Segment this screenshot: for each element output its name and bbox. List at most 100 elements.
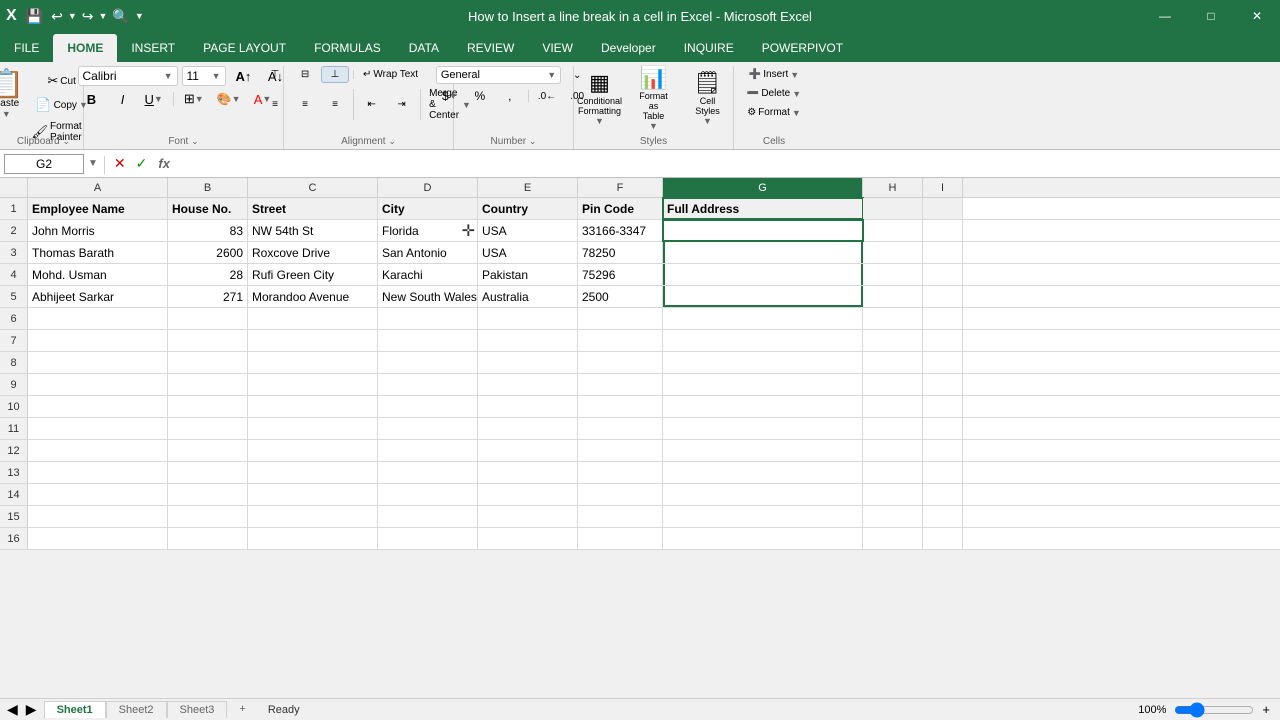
cell-C14[interactable] [248, 484, 378, 505]
italic-button[interactable]: I [109, 89, 137, 110]
col-header-G[interactable]: G [663, 178, 863, 197]
cell-B8[interactable] [168, 352, 248, 373]
col-header-F[interactable]: F [578, 178, 663, 197]
row-num-6[interactable]: 6 [0, 308, 28, 329]
col-header-H[interactable]: H [863, 178, 923, 197]
cell-F2[interactable]: 33166-3347 [578, 220, 663, 241]
cell-F6[interactable] [578, 308, 663, 329]
cell-B13[interactable] [168, 462, 248, 483]
cell-C12[interactable] [248, 440, 378, 461]
align-middle-btn[interactable]: ⊟ [291, 66, 319, 83]
cell-I4[interactable] [923, 264, 963, 285]
zoom-slider[interactable] [1174, 702, 1254, 718]
cell-I12[interactable] [923, 440, 963, 461]
cell-B1[interactable]: House No. [168, 198, 248, 219]
cell-G10[interactable] [663, 396, 863, 417]
cell-I10[interactable] [923, 396, 963, 417]
cell-I15[interactable] [923, 506, 963, 527]
font-size-dropdown[interactable]: 11 ▼ [182, 66, 226, 86]
cell-B3[interactable]: 2600 [168, 242, 248, 263]
cell-E11[interactable] [478, 418, 578, 439]
insert-function-btn[interactable]: fx [154, 156, 174, 171]
col-header-D[interactable]: D [378, 178, 478, 197]
increase-font-btn[interactable]: A↑ [230, 67, 258, 86]
row-num-13[interactable]: 13 [0, 462, 28, 483]
cell-C11[interactable] [248, 418, 378, 439]
cell-E1[interactable]: Country [478, 198, 578, 219]
cell-A1[interactable]: Employee Name [28, 198, 168, 219]
cell-C5[interactable]: Morandoo Avenue [248, 286, 378, 307]
cell-E3[interactable]: USA [478, 242, 578, 263]
cell-H5[interactable] [863, 286, 923, 307]
cell-E15[interactable] [478, 506, 578, 527]
cell-E16[interactable] [478, 528, 578, 549]
fill-color-button[interactable]: 🎨▼ [212, 89, 246, 109]
cell-I16[interactable] [923, 528, 963, 549]
sheet-tab-1[interactable]: Sheet1 [44, 701, 106, 718]
cell-E5[interactable]: Australia [478, 286, 578, 307]
cell-C4[interactable]: Rufi Green City [248, 264, 378, 285]
cell-D8[interactable] [378, 352, 478, 373]
zoom-in-btn[interactable]: + [1262, 702, 1270, 717]
sheet-tab-2[interactable]: Sheet2 [106, 701, 167, 718]
cell-F8[interactable] [578, 352, 663, 373]
cell-G16[interactable] [663, 528, 863, 549]
underline-button[interactable]: U ▼ [140, 89, 168, 110]
cell-H9[interactable] [863, 374, 923, 395]
cell-I2[interactable] [923, 220, 963, 241]
cell-G6[interactable] [663, 308, 863, 329]
clipboard-launcher[interactable]: ⌄ [63, 136, 71, 146]
font-name-dropdown[interactable]: Calibri ▼ [78, 66, 178, 86]
cell-F4[interactable]: 75296 [578, 264, 663, 285]
cell-I11[interactable] [923, 418, 963, 439]
cell-C16[interactable] [248, 528, 378, 549]
tab-formulas[interactable]: FORMULAS [300, 34, 395, 62]
cell-C7[interactable] [248, 330, 378, 351]
cell-A13[interactable] [28, 462, 168, 483]
tab-data[interactable]: DATA [395, 34, 453, 62]
col-header-I[interactable]: I [923, 178, 963, 197]
cell-E2[interactable]: USA [478, 220, 578, 241]
paste-button[interactable]: 📋 Paste ▼ [0, 66, 23, 122]
cell-H14[interactable] [863, 484, 923, 505]
cell-G5[interactable] [663, 286, 863, 307]
formula-input[interactable] [178, 157, 1276, 171]
row-num-4[interactable]: 4 [0, 264, 28, 285]
cell-F14[interactable] [578, 484, 663, 505]
cell-A4[interactable]: Mohd. Usman [28, 264, 168, 285]
cell-B7[interactable] [168, 330, 248, 351]
cell-F13[interactable] [578, 462, 663, 483]
cell-D16[interactable] [378, 528, 478, 549]
tab-developer[interactable]: Developer [587, 34, 670, 62]
cell-H7[interactable] [863, 330, 923, 351]
percent-btn[interactable]: % [466, 86, 494, 106]
cell-I3[interactable] [923, 242, 963, 263]
font-launcher[interactable]: ⌄ [191, 136, 199, 146]
cell-H1[interactable] [863, 198, 923, 219]
cell-D13[interactable] [378, 462, 478, 483]
cell-A3[interactable]: Thomas Barath [28, 242, 168, 263]
cell-D1[interactable]: City [378, 198, 478, 219]
cell-E9[interactable] [478, 374, 578, 395]
cell-C1[interactable]: Street [248, 198, 378, 219]
tab-review[interactable]: REVIEW [453, 34, 528, 62]
cell-F10[interactable] [578, 396, 663, 417]
close-btn[interactable]: ✕ [1234, 0, 1280, 32]
cell-H13[interactable] [863, 462, 923, 483]
tab-file[interactable]: FILE [0, 34, 53, 62]
number-group-launcher[interactable]: ⌄ [529, 136, 537, 146]
cell-A9[interactable] [28, 374, 168, 395]
row-num-5[interactable]: 5 [0, 286, 28, 307]
cell-H15[interactable] [863, 506, 923, 527]
comma-btn[interactable]: , [496, 86, 524, 106]
cancel-formula-btn[interactable]: ✕ [111, 155, 129, 172]
cell-H10[interactable] [863, 396, 923, 417]
cell-F5[interactable]: 2500 [578, 286, 663, 307]
cell-A6[interactable] [28, 308, 168, 329]
cell-D11[interactable] [378, 418, 478, 439]
currency-btn[interactable]: $▼ [436, 86, 464, 106]
tab-insert[interactable]: INSERT [117, 34, 189, 62]
cell-I8[interactable] [923, 352, 963, 373]
align-bottom-btn[interactable]: ⊥ [321, 66, 349, 83]
search-quick-btn[interactable]: 🔍 [109, 6, 132, 27]
